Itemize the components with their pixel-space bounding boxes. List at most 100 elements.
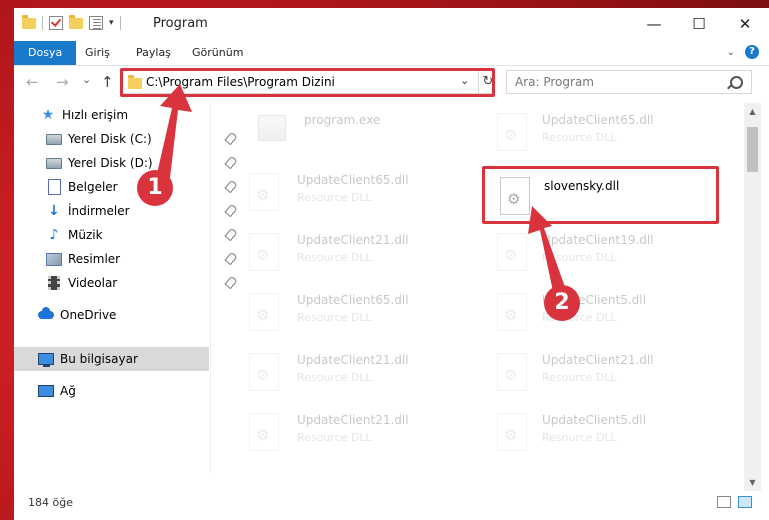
sidebar-item-label: Resimler [68,252,121,266]
file-type: Resource DLL [297,311,372,324]
file-item-program-exe[interactable]: program.exe [224,107,464,163]
sidebar-item-label: Yerel Disk (D:) [68,156,153,170]
vertical-scrollbar[interactable]: ▲ ▼ [744,103,761,491]
sidebar-item-label: Müzik [68,228,103,242]
drive-icon [46,156,62,170]
file-type: Resource DLL [542,371,617,384]
large-icons-view-icon[interactable] [738,496,752,508]
file-name: UpdateClient21.dll [297,233,409,247]
sidebar-item-label: Hızlı erişim [62,108,129,122]
file-name: UpdateClient21.dll [297,413,409,427]
cloud-icon [38,307,54,322]
sidebar-item-label: Bu bilgisayar [60,352,138,366]
file-name: UpdateClient65.dll [297,293,409,307]
maximize-button[interactable]: ☐ [676,8,722,40]
dll-file-icon [249,413,279,451]
scroll-up-icon[interactable]: ▲ [744,103,761,120]
sidebar-item-label: Belgeler [68,180,118,194]
sidebar-item-music[interactable]: ♪ Müzik [14,223,241,247]
forward-arrow-icon[interactable]: → [56,73,69,91]
title-bar: ▾ Program — ☐ ✕ [14,8,769,40]
close-button[interactable]: ✕ [722,8,768,40]
sidebar-item-videos[interactable]: Videolar [14,271,241,295]
file-type: Resource DLL [297,251,372,264]
pictures-icon [46,252,62,266]
details-view-icon[interactable] [717,496,731,508]
navigation-bar: ← → ⌄ ↑ C:\Program Files\Program Dizini … [14,66,769,98]
back-arrow-icon[interactable]: ← [26,73,39,91]
sidebar-item-onedrive[interactable]: OneDrive [14,303,233,327]
scroll-down-icon[interactable]: ▼ [744,474,761,491]
file-type: Resource DLL [542,251,617,264]
documents-icon [46,179,62,195]
file-name: UpdateClient21.dll [297,353,409,367]
drive-icon [46,132,62,146]
minimize-button[interactable]: — [631,8,677,40]
dll-file-icon [249,233,279,271]
sidebar-item-documents[interactable]: Belgeler [14,175,241,199]
sidebar-item-label: Videolar [68,276,118,290]
sidebar-item-quick-access[interactable]: ★ Hızlı erişim [14,103,235,127]
file-item[interactable]: UpdateClient21.dll Resource DLL [472,347,712,403]
search-input[interactable]: Ara: Program [515,75,594,89]
item-count: 184 öğe [28,496,73,509]
pane-divider[interactable] [210,103,211,473]
step-marker-1: 1 [137,170,173,206]
file-type: Resource DLL [542,431,617,444]
search-icon[interactable] [730,76,743,89]
search-box[interactable]: Ara: Program [506,70,752,94]
file-item[interactable]: UpdateClient65.dll Resource DLL [224,287,464,343]
file-item[interactable]: UpdateClient21.dll Resource DLL [224,347,464,403]
sidebar-item-label: Yerel Disk (C:) [68,132,152,146]
scrollbar-thumb[interactable] [747,127,758,172]
file-item[interactable]: UpdateClient5.dll Resource DLL [472,407,712,463]
tab-view[interactable]: Görünüm [192,41,243,65]
videos-icon [46,276,62,290]
file-item[interactable]: UpdateClient5.dll Resource DLL [472,287,712,343]
file-type: Resource DLL [297,191,372,204]
file-name: UpdateClient65.dll [542,113,654,127]
file-name: UpdateClient21.dll [542,353,654,367]
toolbar-divider [119,16,121,30]
tab-file[interactable]: Dosya [14,41,77,65]
navigation-pane: ★ Hızlı erişim Yerel Disk (C:) Yerel Dis… [14,103,238,483]
new-folder-icon[interactable] [69,14,83,29]
file-list: program.exe UpdateClient65.dll Resource … [212,103,744,473]
toolbar-divider [42,16,43,30]
help-icon[interactable]: ? [745,45,759,59]
sidebar-item-pictures[interactable]: Resimler [14,247,241,271]
file-item[interactable]: UpdateClient21.dll Resource DLL [224,227,464,283]
sidebar-item-local-disk-d[interactable]: Yerel Disk (D:) [14,151,241,175]
properties-icon[interactable] [89,16,103,30]
file-highlight-box [482,166,719,224]
sidebar-item-downloads[interactable]: ↓ İndirmeler [14,199,241,223]
computer-icon [38,352,54,367]
file-name: UpdateClient19.dll [542,233,654,247]
star-icon: ★ [41,107,55,123]
file-item[interactable]: UpdateClient65.dll Resource DLL [472,107,712,163]
sidebar-item-label: OneDrive [60,308,117,322]
tab-share[interactable]: Paylaş [136,41,171,65]
file-name: program.exe [304,113,381,127]
address-highlight-box [120,68,495,97]
ribbon-tabs: Dosya Giriş Paylaş Görünüm ⌄ ? [14,41,769,66]
quick-access-toolbar: ▾ [22,14,121,30]
recent-locations-chevron-icon[interactable]: ⌄ [82,73,91,86]
music-icon: ♪ [49,227,59,243]
file-item[interactable]: UpdateClient65.dll Resource DLL [224,167,464,223]
sidebar-item-local-disk-c[interactable]: Yerel Disk (C:) [14,127,241,151]
sidebar-item-label: İndirmeler [68,204,130,218]
sidebar-item-this-pc[interactable]: Bu bilgisayar [14,347,209,371]
dll-file-icon [497,353,527,391]
tab-home[interactable]: Giriş [85,41,110,65]
up-arrow-icon[interactable]: ↑ [101,73,114,91]
folder-icon [22,14,36,29]
file-item[interactable]: UpdateClient21.dll Resource DLL [224,407,464,463]
properties-check-icon[interactable] [49,16,63,30]
file-item[interactable]: UpdateClient19.dll Resource DLL [472,227,712,283]
sidebar-item-network[interactable]: Ağ [14,379,233,403]
expand-ribbon-chevron-icon[interactable]: ⌄ [727,47,735,58]
file-name: UpdateClient5.dll [542,413,646,427]
network-icon [38,384,54,398]
customize-toolbar-chevron-icon[interactable]: ▾ [109,18,114,28]
